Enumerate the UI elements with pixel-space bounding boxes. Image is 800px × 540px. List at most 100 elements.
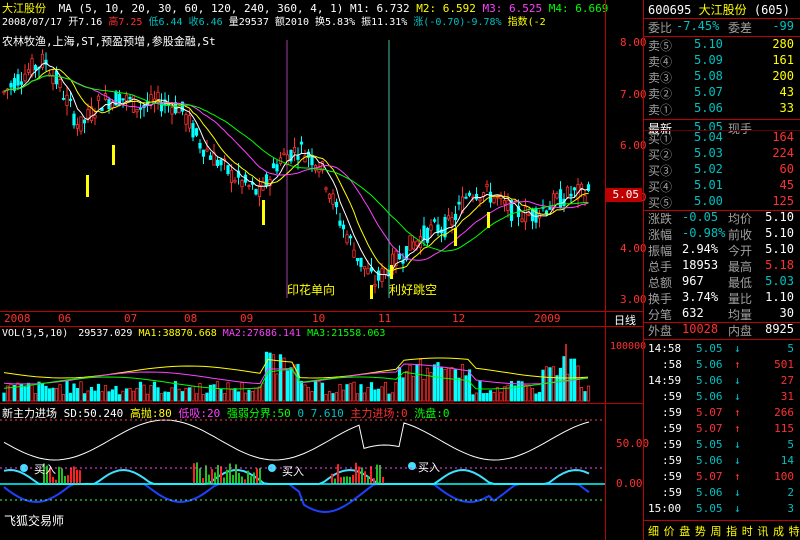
stat-value: 5.03 [765,274,794,288]
candle-body [149,94,153,106]
volume-bar [457,377,461,402]
volume-bar [138,381,143,402]
indicator-bar [373,478,375,484]
candles-group [2,49,591,294]
tick-price: 5.07 [696,406,723,419]
bottom-tabs[interactable]: 细 价 盘 势 周 指 时 讯 成 特 解 [648,523,800,539]
bid-vol: 60 [779,162,794,176]
volume-bar [163,391,167,402]
stat-value: 3.74% [682,290,719,304]
candle-body [30,58,34,76]
candle-body [569,193,573,197]
volume-bar [114,385,118,402]
tick-price: 5.05 [696,342,723,355]
candle-body [331,193,335,205]
tick-vol: 5 [787,438,794,451]
ask-price: 5.08 [694,69,723,83]
stat-value: -0.98% [682,226,726,240]
candle-body [33,65,38,71]
bid-label: 买② [648,148,673,162]
indicator-bar [247,470,249,484]
volume-bar [61,394,66,402]
volume-bar [443,368,447,402]
bid-vol: 125 [772,194,794,208]
indicator-header: 新主力进场 SD:50.240 高抛:80 低吸:20 强弱分界:50 0 7.… [2,405,449,421]
indicator-bar [370,466,372,484]
volume-bar [170,387,174,402]
stat-value: 1.10 [765,290,794,304]
volume-bar [485,392,489,402]
right-axis-line [605,0,606,540]
volume-bar [327,391,332,402]
candle-body [555,193,559,199]
indicator-bar [232,474,234,484]
volume-bar [47,388,52,402]
volume-bar [247,389,251,402]
tick-row: 14:59 5.06 ↓ 27 [648,374,798,390]
candle-body [271,163,276,169]
indicator-bar [337,464,339,484]
stat-value: -0.05 [682,210,719,224]
volume-bar [579,386,584,402]
signal-bar [112,145,115,165]
ask-vol: 33 [779,101,794,115]
signal-bar [262,200,265,225]
volume-bar [467,369,472,402]
buy-signal-dot [408,462,416,470]
bid-vol: 164 [772,130,794,144]
indicator-bar [259,468,261,484]
candle-body [334,201,339,208]
volume-bar [317,381,321,402]
candle-body [415,240,419,247]
indicator-bar [235,464,237,484]
volume-bar [282,357,286,402]
volume-bar [338,384,342,402]
period-label[interactable]: 日线 [614,312,636,328]
candle-body [135,109,139,113]
candle-body [229,169,234,183]
candle-body [205,148,209,152]
quote-code: 600695 [648,3,692,17]
volume-bar [345,384,349,402]
volume-bar [33,393,38,402]
volume-bar [523,384,528,402]
volume-bar [271,354,276,402]
ask-label: 卖③ [648,71,673,85]
stat-label: 换手 [648,292,673,306]
ask-row[interactable]: 卖① 5.06 33 [648,101,798,119]
volume-bar [446,367,451,402]
candle-body [264,174,269,187]
candle-body [485,183,489,188]
indicator-bar [208,474,210,484]
volume-bar [576,365,580,402]
candle-body [58,78,62,89]
volume-bar [331,393,335,402]
candle-body [247,185,251,187]
ind-low-buy: 低吸:20 [178,407,221,420]
stat-label: 涨跌 [648,212,673,226]
volume-bar [54,388,59,402]
candle-body [527,213,531,216]
buy-label-1: 买入 [34,463,56,476]
volume-bar [397,367,402,402]
ma-lines-group [3,62,589,277]
bid-vol: 224 [772,146,794,160]
candle-body [16,74,20,86]
stat-label: 均量 [728,308,753,322]
chart-area[interactable]: 大江股份 MA (5, 10, 20, 30, 60, 120, 240, 36… [0,0,649,540]
bid-price: 5.01 [694,178,723,192]
signal-bar [487,212,490,228]
candle-body [9,83,13,88]
volume-bar [198,382,202,402]
volume-bar [506,384,510,402]
inner-label: 内盘 [728,324,753,338]
volume-bar [152,381,157,402]
volume-bar [261,382,265,402]
ask-vol: 161 [772,53,794,67]
indicator-bar [352,474,354,484]
volume-bar [383,381,388,402]
stat-value: 30 [779,306,794,320]
volume-bar [212,384,216,402]
indicator-bar [217,465,219,484]
volume-bar [184,387,188,402]
